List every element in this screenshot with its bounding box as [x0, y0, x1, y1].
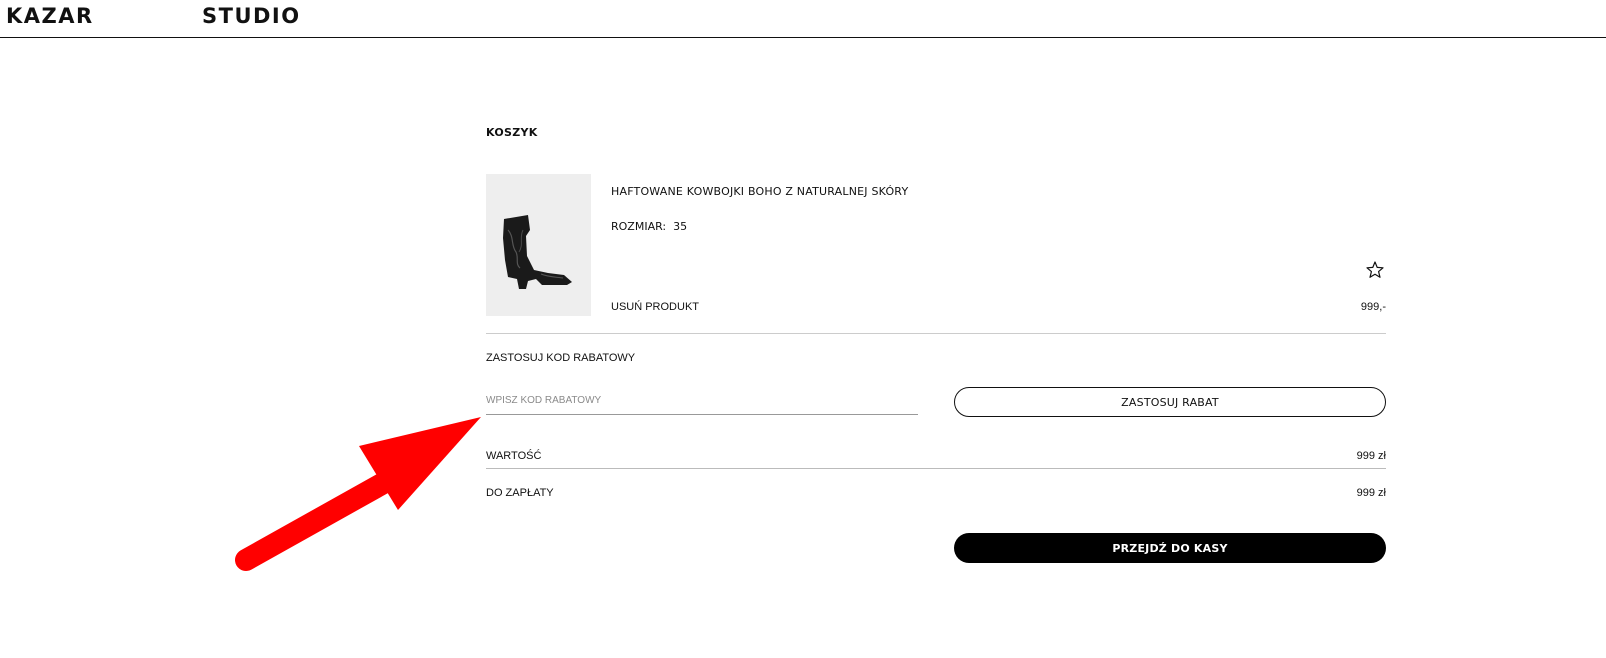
star-outline-icon — [1366, 261, 1384, 278]
subtotal-value: 999 zł — [1356, 450, 1386, 462]
site-header: KAZAR STUDIO — [0, 0, 1606, 38]
item-price: 999,- — [1360, 301, 1386, 313]
favorite-button[interactable] — [1365, 260, 1385, 280]
divider — [486, 468, 1386, 469]
divider — [486, 333, 1386, 334]
checkout-button[interactable]: PRZEJDŹ DO KASY — [954, 533, 1386, 563]
size-info: ROZMIAR: 35 — [611, 220, 687, 233]
total-label: DO ZAPŁATY — [486, 487, 554, 499]
apply-discount-button[interactable]: ZASTOSUJ RABAT — [954, 387, 1386, 417]
kazar-logo[interactable]: KAZAR — [6, 4, 94, 28]
product-image[interactable] — [486, 174, 591, 316]
subtotal-label: WARTOŚĆ — [486, 450, 542, 462]
product-name[interactable]: HAFTOWANE KOWBOJKI BOHO Z NATURALNEJ SKÓ… — [611, 185, 908, 198]
total-value: 999 zł — [1356, 487, 1386, 499]
cowboy-boot-image — [503, 215, 572, 289]
size-value: 35 — [673, 220, 688, 233]
remove-product-link[interactable]: USUŃ PRODUKT — [611, 301, 699, 313]
discount-code-input[interactable] — [486, 386, 918, 415]
cart-title: KOSZYK — [486, 126, 538, 139]
discount-title: ZASTOSUJ KOD RABATOWY — [486, 352, 636, 364]
studio-logo[interactable]: STUDIO — [202, 4, 301, 28]
size-label: ROZMIAR: — [611, 220, 667, 233]
